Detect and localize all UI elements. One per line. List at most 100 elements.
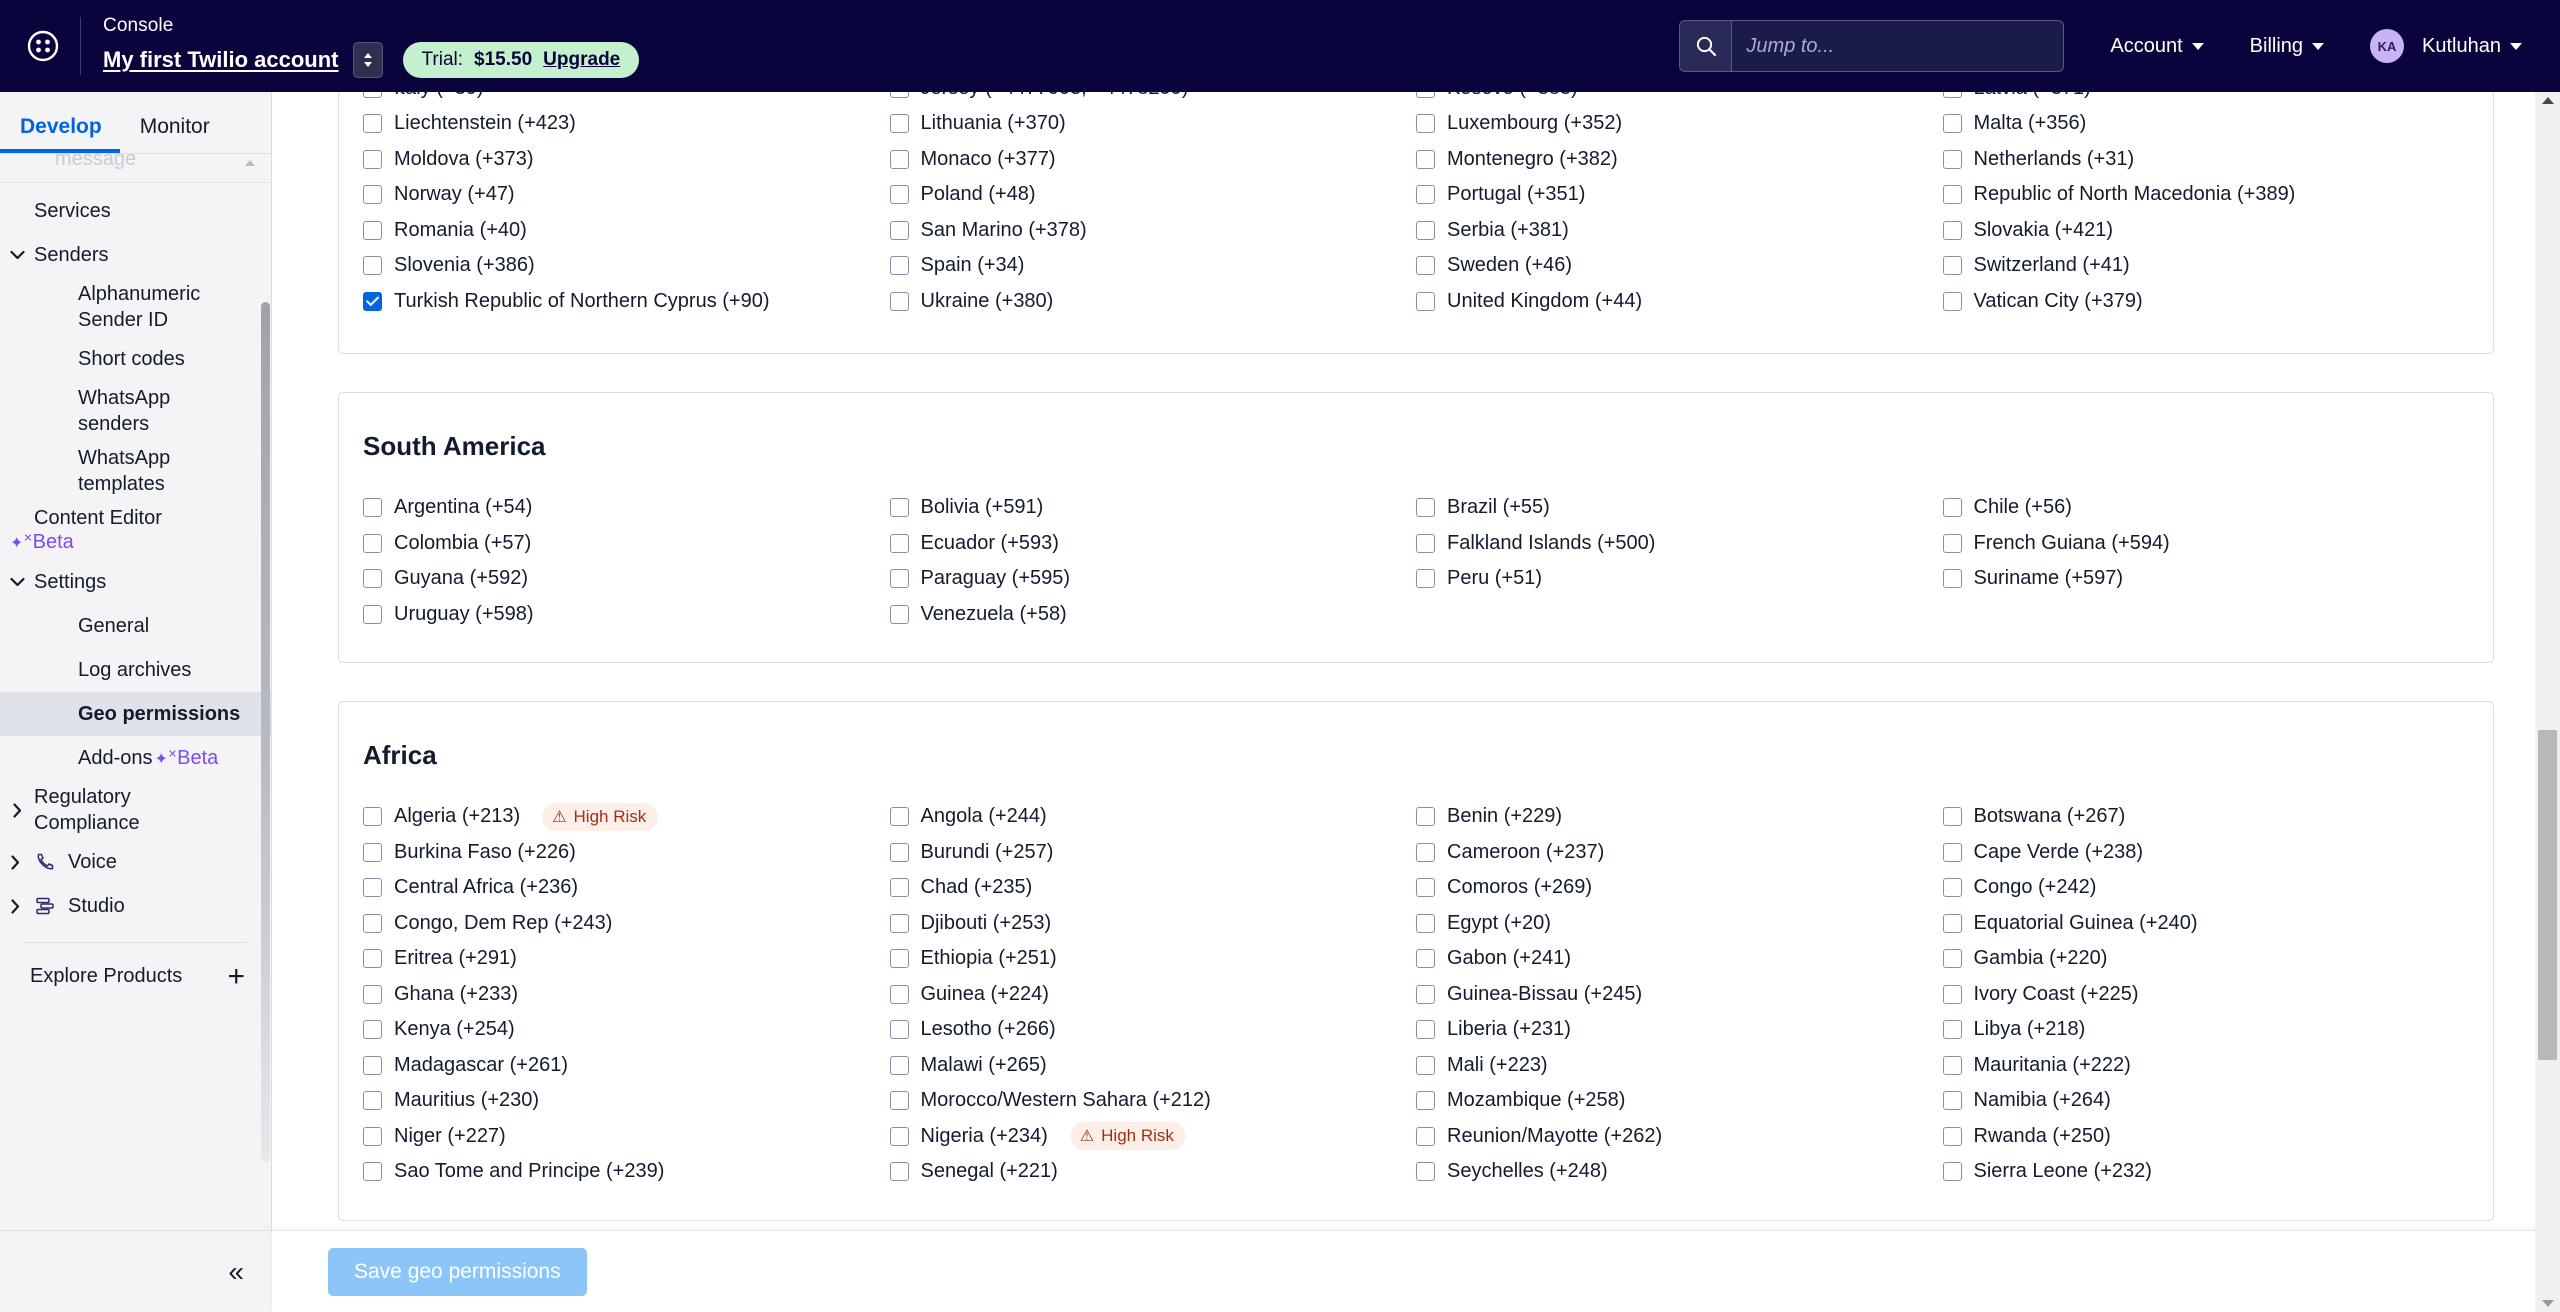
country-checkbox[interactable] [1416, 1056, 1435, 1075]
sidebar-item-services[interactable]: Services [0, 189, 271, 233]
country-checkbox[interactable] [1943, 150, 1962, 169]
country-checkbox[interactable] [1416, 949, 1435, 968]
country-checkbox-row[interactable]: Ecuador (+593) [890, 526, 1417, 562]
country-checkbox[interactable] [1416, 1020, 1435, 1039]
country-checkbox-row[interactable]: Equatorial Guinea (+240) [1943, 906, 2470, 942]
country-checkbox-row[interactable]: Moldova (+373) [363, 142, 890, 178]
country-checkbox[interactable] [890, 843, 909, 862]
country-checkbox[interactable] [1416, 1091, 1435, 1110]
country-checkbox[interactable] [1943, 807, 1962, 826]
country-checkbox-row[interactable]: Peru (+51) [1416, 561, 1943, 597]
country-checkbox[interactable] [1943, 1091, 1962, 1110]
country-checkbox-row[interactable]: Malta (+356) [1943, 106, 2470, 142]
sidebar-item-short-codes[interactable]: Short codes [0, 337, 271, 381]
country-checkbox[interactable] [890, 569, 909, 588]
country-checkbox-row[interactable]: Spain (+34) [890, 248, 1417, 284]
tab-monitor[interactable]: Monitor [120, 115, 228, 153]
country-checkbox-row[interactable]: Reunion/Mayotte (+262) [1416, 1119, 1943, 1155]
country-checkbox-row[interactable]: Benin (+229) [1416, 799, 1943, 835]
country-checkbox[interactable] [363, 1162, 382, 1181]
country-checkbox[interactable] [1943, 1020, 1962, 1039]
country-checkbox-row[interactable]: Suriname (+597) [1943, 561, 2470, 597]
country-checkbox[interactable] [890, 92, 909, 98]
country-checkbox-row[interactable]: Ghana (+233) [363, 977, 890, 1013]
sidebar-item-alphanumeric-sender-id[interactable]: Alphanumeric Sender ID [0, 277, 271, 337]
country-checkbox[interactable] [1416, 569, 1435, 588]
country-checkbox[interactable] [1943, 92, 1962, 98]
sidebar-item-add-ons[interactable]: Add-ons ✦✕Beta [0, 736, 271, 780]
country-checkbox-row[interactable]: Serbia (+381) [1416, 213, 1943, 249]
country-checkbox[interactable] [890, 985, 909, 1004]
country-checkbox[interactable] [363, 1091, 382, 1110]
sidebar-item-geo-permissions[interactable]: Geo permissions [0, 692, 271, 736]
sidebar-item-regulatory-compliance[interactable]: Regulatory Compliance [0, 780, 271, 840]
country-checkbox-row[interactable]: Nigeria (+234)⚠High Risk [890, 1119, 1417, 1155]
country-checkbox[interactable] [1943, 498, 1962, 517]
country-checkbox-row[interactable]: Switzerland (+41) [1943, 248, 2470, 284]
country-checkbox[interactable] [363, 92, 382, 98]
country-checkbox[interactable] [890, 914, 909, 933]
page-scrollbar[interactable] [2535, 92, 2560, 1312]
country-checkbox-row[interactable]: Burkina Faso (+226) [363, 835, 890, 871]
country-checkbox[interactable] [1943, 185, 1962, 204]
billing-menu[interactable]: Billing [2250, 35, 2324, 58]
country-checkbox[interactable] [1943, 914, 1962, 933]
save-geo-permissions-button[interactable]: Save geo permissions [328, 1248, 587, 1296]
sidebar-item-voice[interactable]: Voice [0, 840, 271, 884]
country-checkbox[interactable] [1416, 534, 1435, 553]
country-checkbox-row[interactable]: Libya (+218) [1943, 1012, 2470, 1048]
country-checkbox[interactable] [1416, 807, 1435, 826]
country-checkbox-row[interactable]: Falkland Islands (+500) [1416, 526, 1943, 562]
country-checkbox[interactable] [890, 1056, 909, 1075]
country-checkbox[interactable] [1416, 914, 1435, 933]
sidebar-item-senders[interactable]: Senders [0, 233, 271, 277]
country-checkbox-row[interactable]: Comoros (+269) [1416, 870, 1943, 906]
country-checkbox-row[interactable]: Brazil (+55) [1416, 490, 1943, 526]
country-checkbox-row[interactable]: Cameroon (+237) [1416, 835, 1943, 871]
country-checkbox-row[interactable]: Chad (+235) [890, 870, 1417, 906]
country-checkbox[interactable] [363, 292, 382, 311]
country-checkbox-row[interactable]: Lesotho (+266) [890, 1012, 1417, 1048]
country-checkbox-row[interactable]: Eritrea (+291) [363, 941, 890, 977]
country-checkbox-row[interactable]: Djibouti (+253) [890, 906, 1417, 942]
country-checkbox-row[interactable]: Sweden (+46) [1416, 248, 1943, 284]
country-checkbox-row[interactable]: Norway (+47) [363, 177, 890, 213]
upgrade-link[interactable]: Upgrade [543, 49, 620, 71]
country-checkbox[interactable] [1943, 1056, 1962, 1075]
country-checkbox[interactable] [1943, 1162, 1962, 1181]
country-checkbox-row[interactable]: Vatican City (+379) [1943, 284, 2470, 320]
scrollbar-thumb[interactable] [2538, 730, 2557, 1060]
country-checkbox-row[interactable]: Portugal (+351) [1416, 177, 1943, 213]
country-checkbox[interactable] [1416, 92, 1435, 98]
country-checkbox[interactable] [890, 1091, 909, 1110]
country-checkbox-row[interactable]: Ukraine (+380) [890, 284, 1417, 320]
country-checkbox[interactable] [1943, 843, 1962, 862]
country-checkbox-row[interactable]: Italy (+39) [363, 92, 890, 106]
country-checkbox[interactable] [363, 185, 382, 204]
country-checkbox[interactable] [1943, 569, 1962, 588]
country-checkbox-row[interactable]: United Kingdom (+44) [1416, 284, 1943, 320]
country-checkbox[interactable] [363, 569, 382, 588]
country-checkbox-row[interactable]: Egypt (+20) [1416, 906, 1943, 942]
country-checkbox[interactable] [363, 914, 382, 933]
country-checkbox[interactable] [1943, 114, 1962, 133]
country-checkbox-row[interactable]: Seychelles (+248) [1416, 1154, 1943, 1190]
country-checkbox-row[interactable]: Ethiopia (+251) [890, 941, 1417, 977]
double-chevron-left-icon[interactable]: « [228, 1258, 244, 1286]
country-checkbox-row[interactable]: Malawi (+265) [890, 1048, 1417, 1084]
country-checkbox[interactable] [890, 114, 909, 133]
account-name-link[interactable]: My first Twilio account [103, 47, 339, 73]
sidebar-item-whatsapp-templates[interactable]: WhatsApp templates [0, 441, 271, 501]
country-checkbox-row[interactable]: Bolivia (+591) [890, 490, 1417, 526]
country-checkbox[interactable] [890, 256, 909, 275]
country-checkbox[interactable] [1943, 878, 1962, 897]
country-checkbox[interactable] [1416, 292, 1435, 311]
sidebar-item-whatsapp-senders[interactable]: WhatsApp senders [0, 381, 271, 441]
country-checkbox[interactable] [363, 807, 382, 826]
country-checkbox-row[interactable]: Jersey (+4477003, +4478299) [890, 92, 1417, 106]
country-checkbox-row[interactable]: Kosovo (+383) [1416, 92, 1943, 106]
country-checkbox[interactable] [1416, 114, 1435, 133]
account-menu[interactable]: Account [2110, 35, 2203, 58]
scroll-down-arrow-icon[interactable] [2542, 1300, 2554, 1307]
country-checkbox-row[interactable]: Rwanda (+250) [1943, 1119, 2470, 1155]
